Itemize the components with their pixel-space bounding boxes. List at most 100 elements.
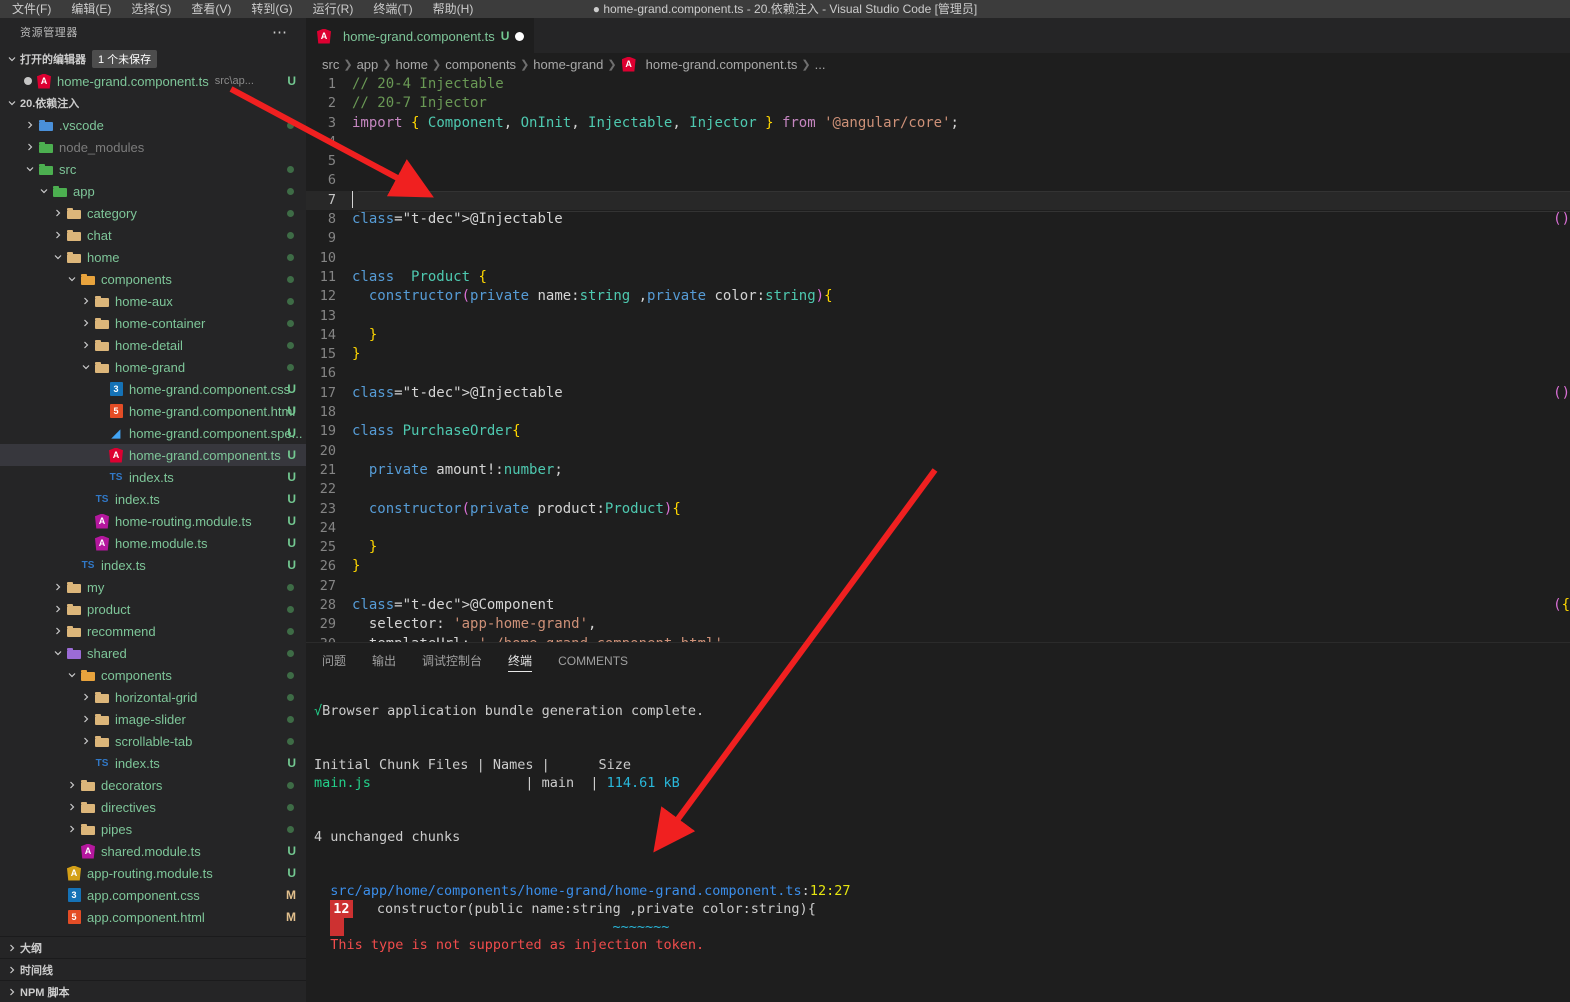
code-line-17[interactable]: 17 class="t-dec">@Injectable() (306, 384, 1570, 403)
code-line-1[interactable]: 1 // 20-4 Injectable (306, 75, 1570, 94)
panel-tab-0[interactable]: 问题 (322, 643, 346, 678)
code-editor[interactable]: 1 // 20-4 Injectable 2 // 20-7 Injector 3 imp… (306, 75, 1570, 660)
tree-file-home-grand-component-spe-[interactable]: ◢ home-grand.component.spe... U (0, 422, 306, 444)
breadcrumb-item-3[interactable]: components (445, 57, 516, 72)
tree-folder-category[interactable]: category (0, 202, 306, 224)
menu-bar[interactable]: 文件(F) 编辑(E) 选择(S) 查看(V) 转到(G) 运行(R) 终端(T) 帮助(H) (2, 0, 483, 18)
code-line-20[interactable]: 20 (306, 442, 1570, 461)
tree-folder-scrollable-tab[interactable]: scrollable-tab (0, 730, 306, 752)
panel-tab-bar[interactable]: 问题 输出 调试控制台 终端 COMMENTS (306, 643, 1570, 678)
code-line-9[interactable]: 9 (306, 229, 1570, 248)
code-line-14[interactable]: 14 } (306, 326, 1570, 345)
tree-folder-my[interactable]: my (0, 576, 306, 598)
menu-item-7[interactable]: 帮助(H) (423, 0, 484, 18)
code-line-24[interactable]: 24 (306, 519, 1570, 538)
code-line-19[interactable]: 19 class PurchaseOrder{ (306, 422, 1570, 441)
code-line-12[interactable]: 12 constructor(private name:string ,priv… (306, 287, 1570, 306)
tree-folder-shared[interactable]: shared (0, 642, 306, 664)
code-line-3[interactable]: 3 import { Component, OnInit, Injectable,… (306, 114, 1570, 133)
terminal-output[interactable]: √Browser application bundle generation c… (306, 678, 1570, 1002)
tree-file-shared-module-ts[interactable]: Ashared.module.ts U (0, 840, 306, 862)
tree-file-home-grand-component-html[interactable]: 5 home-grand.component.html U (0, 400, 306, 422)
panel-tab-1[interactable]: 输出 (372, 643, 396, 678)
code-line-2[interactable]: 2 // 20-7 Injector (306, 94, 1570, 113)
code-line-5[interactable]: 5 (306, 152, 1570, 171)
tree-file-home-module-ts[interactable]: Ahome.module.ts U (0, 532, 306, 554)
tree-folder--vscode[interactable]: .vscode (0, 114, 306, 136)
tree-file-home-grand-component-ts[interactable]: Ahome-grand.component.ts U (0, 444, 306, 466)
code-line-10[interactable]: 10 (306, 249, 1570, 268)
tree-file-index-ts[interactable]: TS index.ts U (0, 466, 306, 488)
menu-item-1[interactable]: 编辑(E) (61, 0, 121, 18)
code-line-7[interactable]: 7 (306, 190, 1570, 213)
open-editors-section[interactable]: 打开的编辑器 1 个未保存 (0, 48, 306, 70)
breadcrumb-item-1[interactable]: app (357, 57, 379, 72)
tree-folder-decorators[interactable]: decorators (0, 774, 306, 796)
code-line-18[interactable]: 18 (306, 403, 1570, 422)
tree-file-app-component-css[interactable]: 3 app.component.css M (0, 884, 306, 906)
code-line-8[interactable]: 8 class="t-dec">@Injectable() (306, 210, 1570, 229)
breadcrumb[interactable]: src ❯ app ❯ home ❯ components ❯ home-grand ❯ Ahome… (306, 53, 1570, 75)
tree-folder-components[interactable]: components (0, 664, 306, 686)
breadcrumb-item-6[interactable]: ... (815, 57, 826, 72)
panel-tab-4[interactable]: COMMENTS (558, 643, 628, 678)
menu-item-2[interactable]: 选择(S) (121, 0, 181, 18)
tree-folder-directives[interactable]: directives (0, 796, 306, 818)
breadcrumb-item-5[interactable]: home-grand.component.ts (646, 57, 798, 72)
tree-folder-home-grand[interactable]: home-grand (0, 356, 306, 378)
open-editor-item[interactable]: A home-grand.component.ts src\ap... U (0, 70, 306, 92)
code-line-13[interactable]: 13 (306, 307, 1570, 326)
code-line-26[interactable]: 26} (306, 557, 1570, 576)
code-line-29[interactable]: 29 selector: 'app-home-grand', (306, 615, 1570, 634)
breadcrumb-item-2[interactable]: home (395, 57, 428, 72)
editor-tab-home-grand-component-ts[interactable]: A home-grand.component.ts U (306, 18, 535, 53)
tree-folder-components[interactable]: components (0, 268, 306, 290)
tree-folder-home-aux[interactable]: home-aux (0, 290, 306, 312)
tree-folder-chat[interactable]: chat (0, 224, 306, 246)
code-line-15[interactable]: 15} (306, 345, 1570, 364)
code-line-22[interactable]: 22 (306, 480, 1570, 499)
menu-item-6[interactable]: 终端(T) (363, 0, 422, 18)
tree-file-home-routing-module-ts[interactable]: Ahome-routing.module.ts U (0, 510, 306, 532)
tree-folder-node-modules[interactable]: node_modules (0, 136, 306, 158)
code-line-6[interactable]: 6 (306, 171, 1570, 190)
tree-folder-home[interactable]: home (0, 246, 306, 268)
tree-file-app-component-html[interactable]: 5 app.component.html M (0, 906, 306, 928)
tree-folder-product[interactable]: product (0, 598, 306, 620)
code-line-23[interactable]: 23 constructor(private product:Product){ (306, 500, 1570, 519)
menu-item-3[interactable]: 查看(V) (181, 0, 241, 18)
code-line-25[interactable]: 25 } (306, 538, 1570, 557)
tree-folder-image-slider[interactable]: image-slider (0, 708, 306, 730)
tree-file-index-ts[interactable]: TS index.ts U (0, 554, 306, 576)
sidebar-section-0[interactable]: 大纲 (0, 936, 306, 958)
code-line-4[interactable]: 4 (306, 133, 1570, 152)
tree-file-home-grand-component-css[interactable]: 3 home-grand.component.css U (0, 378, 306, 400)
tree-folder-src[interactable]: src (0, 158, 306, 180)
panel-tab-2[interactable]: 调试控制台 (422, 643, 482, 678)
code-line-27[interactable]: 27 (306, 577, 1570, 596)
tree-folder-horizontal-grid[interactable]: horizontal-grid (0, 686, 306, 708)
project-section[interactable]: 20.依赖注入 (0, 92, 306, 114)
tree-file-index-ts[interactable]: TS index.ts U (0, 488, 306, 510)
code-line-21[interactable]: 21 private amount!:number; (306, 461, 1570, 480)
tree-folder-app[interactable]: app (0, 180, 306, 202)
terminal-error-location[interactable]: src/app/home/components/home-grand/home-… (314, 883, 850, 899)
menu-item-0[interactable]: 文件(F) (2, 0, 61, 18)
more-actions-icon[interactable]: ⋯ (272, 18, 296, 48)
tree-folder-pipes[interactable]: pipes (0, 818, 306, 840)
sidebar-section-1[interactable]: 时间线 (0, 958, 306, 980)
tree-file-index-ts[interactable]: TS index.ts U (0, 752, 306, 774)
tree-folder-home-container[interactable]: home-container (0, 312, 306, 334)
tab-dirty-dot-icon[interactable] (515, 31, 525, 41)
error-file-path[interactable]: src/app/home/components/home-grand/home-… (330, 883, 801, 899)
tree-file-app-routing-module-ts[interactable]: Aapp-routing.module.ts U (0, 862, 306, 884)
panel-tab-3[interactable]: 终端 (508, 643, 533, 678)
tree-folder-home-detail[interactable]: home-detail (0, 334, 306, 356)
code-line-16[interactable]: 16 (306, 364, 1570, 383)
breadcrumb-item-4[interactable]: home-grand (533, 57, 603, 72)
tree-folder-recommend[interactable]: recommend (0, 620, 306, 642)
code-line-11[interactable]: 11 class Product { (306, 268, 1570, 287)
sidebar-section-2[interactable]: NPM 脚本 (0, 980, 306, 1002)
code-line-28[interactable]: 28 class="t-dec">@Component({ (306, 596, 1570, 615)
menu-item-4[interactable]: 转到(G) (241, 0, 302, 18)
